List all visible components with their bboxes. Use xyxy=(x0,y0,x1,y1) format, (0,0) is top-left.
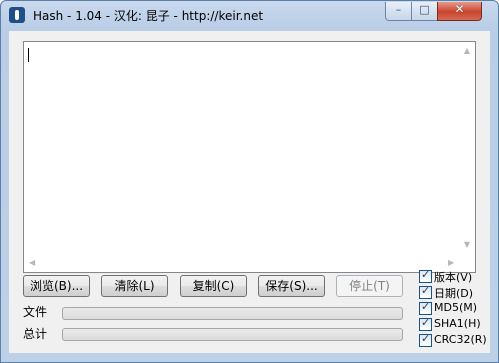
clear-button[interactable]: 清除(L) xyxy=(101,275,168,297)
hash-window: Hash - 1.04 - 汉化: 昆子 - http://keir.net –… xyxy=(0,0,499,363)
sha1-checkbox-label[interactable]: SHA1(H) xyxy=(434,317,481,330)
crc32-checkbox-label[interactable]: CRC32(R) xyxy=(434,333,487,346)
file-progress-label: 文件 xyxy=(23,305,48,319)
copy-button[interactable]: 复制(C) xyxy=(180,275,247,297)
save-button[interactable]: 保存(S)... xyxy=(258,275,325,297)
checkbox-box[interactable]: ✓ xyxy=(419,332,432,347)
total-progress-label: 总计 xyxy=(23,327,48,341)
scroll-down-icon[interactable]: ▼ xyxy=(464,241,470,249)
window-title: Hash - 1.04 - 汉化: 昆子 - http://keir.net xyxy=(33,9,264,23)
version-checkbox-label[interactable]: 版本(V) xyxy=(434,269,472,285)
checkbox-box[interactable]: ✓ xyxy=(419,316,432,331)
file-progress-bar xyxy=(62,307,403,320)
minimize-button[interactable]: – xyxy=(385,2,412,21)
client-area: ▲ ▼ ◀ ▶ 浏览(B)... 清除(L) 复制(C) 保存(S)... 停止… xyxy=(9,31,490,353)
check-icon: ✓ xyxy=(421,300,431,313)
horizontal-scrollbar[interactable]: ◀ ▶ xyxy=(24,255,458,272)
check-icon: ✓ xyxy=(421,268,431,281)
checkbox-box[interactable]: ✓ xyxy=(419,268,432,283)
scroll-up-icon[interactable]: ▲ xyxy=(464,47,470,55)
browse-button[interactable]: 浏览(B)... xyxy=(23,275,90,297)
close-button[interactable]: ✕ xyxy=(437,2,482,21)
checkbox-box[interactable]: ✓ xyxy=(419,300,432,315)
vertical-scrollbar[interactable]: ▲ ▼ xyxy=(458,42,475,255)
scroll-left-icon[interactable]: ◀ xyxy=(29,259,35,267)
stop-button: 停止(T) xyxy=(336,275,403,297)
md5-checkbox-label[interactable]: MD5(M) xyxy=(434,301,477,314)
app-key-icon xyxy=(9,7,25,23)
output-text-area[interactable]: ▲ ▼ ◀ ▶ xyxy=(23,41,476,273)
check-icon: ✓ xyxy=(421,332,431,345)
title-bar[interactable]: Hash - 1.04 - 汉化: 昆子 - http://keir.net –… xyxy=(1,1,498,29)
close-icon: ✕ xyxy=(454,2,465,16)
check-icon: ✓ xyxy=(421,316,431,329)
total-progress-bar xyxy=(62,328,403,341)
date-checkbox-label[interactable]: 日期(D) xyxy=(434,285,473,301)
maximize-button[interactable]: □ xyxy=(411,2,438,21)
check-icon: ✓ xyxy=(421,284,431,297)
maximize-icon: □ xyxy=(419,3,430,16)
text-caret xyxy=(28,48,29,62)
checkbox-box[interactable]: ✓ xyxy=(419,284,432,299)
minimize-icon: – xyxy=(395,3,402,16)
scroll-right-icon[interactable]: ▶ xyxy=(448,259,454,267)
